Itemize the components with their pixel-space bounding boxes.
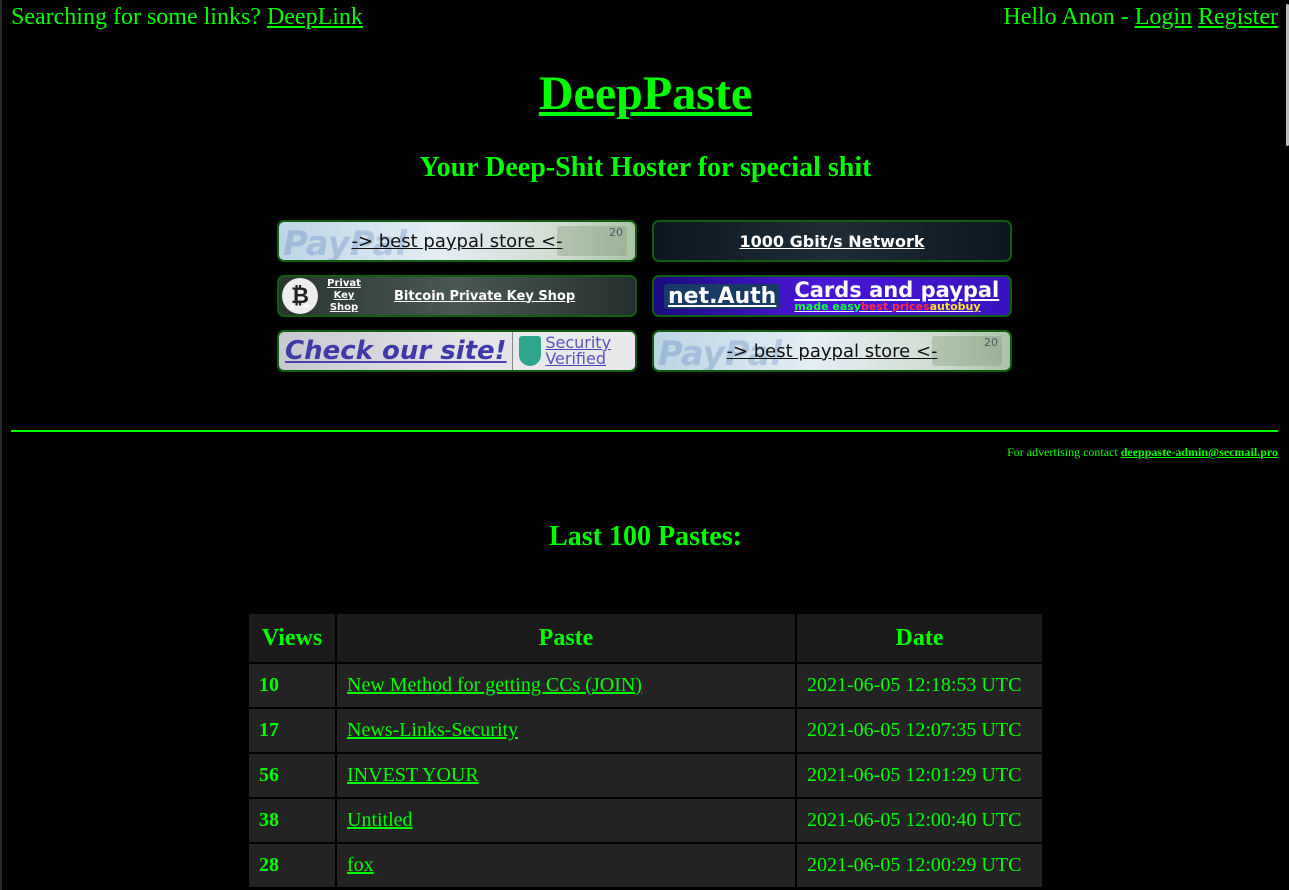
column-header-date: Date xyxy=(797,614,1042,662)
pastes-table: Views Paste Date 10 New Method for getti… xyxy=(247,612,1044,889)
table-row: 17 News-Links-Security 2021-06-05 12:07:… xyxy=(249,709,1042,752)
views-cell: 38 xyxy=(249,799,335,842)
pastes-list-title: Last 100 Pastes: xyxy=(549,521,742,552)
divider xyxy=(11,430,1278,432)
date-cell: 2021-06-05 12:00:40 UTC xyxy=(797,799,1042,842)
ad-paypal-store-2[interactable]: PayPal 20 -> best paypal store <- xyxy=(652,330,1012,372)
paste-cell: News-Links-Security xyxy=(337,709,795,752)
shield-icon xyxy=(519,336,542,366)
paste-link[interactable]: INVEST YOUR xyxy=(347,764,479,786)
date-cell: 2021-06-05 12:01:29 UTC xyxy=(797,754,1042,797)
paste-link[interactable]: fox xyxy=(347,854,374,876)
ad-label: -> best paypal store <- xyxy=(726,340,938,362)
table-row: 28 fox 2021-06-05 12:00:29 UTC xyxy=(249,844,1042,887)
column-header-paste: Paste xyxy=(337,614,795,662)
date-cell: 2021-06-05 12:00:29 UTC xyxy=(797,844,1042,887)
register-link[interactable]: Register xyxy=(1198,4,1278,30)
top-bar-right: Hello Anon - Login Register xyxy=(1003,4,1278,31)
ad-label: -> best paypal store <- xyxy=(351,230,563,252)
table-row: 38 Untitled 2021-06-05 12:00:40 UTC xyxy=(249,799,1042,842)
ad-network[interactable]: 1000 Gbit/s Network xyxy=(652,220,1012,262)
views-cell: 10 xyxy=(249,664,335,707)
banknote-image: 20 xyxy=(932,336,1002,366)
bitcoin-icon: ₿ xyxy=(282,278,318,314)
views-cell: 56 xyxy=(249,754,335,797)
site-title-link[interactable]: DeepPaste xyxy=(539,67,752,120)
paste-link[interactable]: Untitled xyxy=(347,809,413,831)
banknote-image: 20 xyxy=(557,226,627,256)
ad-bitcoin-key-shop[interactable]: ₿ Privat Key Shop Bitcoin Private Key Sh… xyxy=(277,275,637,317)
table-row: 56 INVEST YOUR 2021-06-05 12:01:29 UTC xyxy=(249,754,1042,797)
top-bar-left: Searching for some links? DeepLink xyxy=(11,4,363,31)
login-link[interactable]: Login xyxy=(1135,4,1192,30)
views-cell: 28 xyxy=(249,844,335,887)
ad-label: Bitcoin Private Key Shop xyxy=(394,288,576,304)
advertising-email-link[interactable]: deeppaste-admin@secmail.pro xyxy=(1121,445,1278,459)
ad-sublabel: made easybest pricesautobuy xyxy=(794,300,981,313)
column-header-views: Views xyxy=(249,614,335,662)
paste-cell: New Method for getting CCs (JOIN) xyxy=(337,664,795,707)
search-prompt-text: Searching for some links? xyxy=(11,4,261,30)
tagline: Your Deep-Shit Hoster for special shit xyxy=(419,152,872,183)
ad-paypal-store-1[interactable]: PayPal 20 -> best paypal store <- xyxy=(277,220,637,262)
site-title: DeepPaste xyxy=(2,66,1289,121)
advertising-contact: For advertising contact deeppaste-admin@… xyxy=(1007,445,1278,460)
table-row: 10 New Method for getting CCs (JOIN) 202… xyxy=(249,664,1042,707)
ad-label: 1000 Gbit/s Network xyxy=(739,231,925,251)
date-cell: 2021-06-05 12:18:53 UTC xyxy=(797,664,1042,707)
ad-label: Check our site! xyxy=(285,336,507,366)
ad-check-our-site[interactable]: Check our site! Security Verified xyxy=(277,330,637,372)
paste-link[interactable]: New Method for getting CCs (JOIN) xyxy=(347,674,642,696)
table-header-row: Views Paste Date xyxy=(249,614,1042,662)
top-bar: Searching for some links? DeepLink Hello… xyxy=(11,4,1278,34)
ad-label: Cards and paypal xyxy=(794,278,1000,302)
paste-link[interactable]: News-Links-Security xyxy=(347,719,518,741)
date-cell: 2021-06-05 12:07:35 UTC xyxy=(797,709,1042,752)
views-cell: 17 xyxy=(249,709,335,752)
greeting-text: Hello Anon - xyxy=(1003,4,1129,30)
ad-sublabel: Privat Key Shop xyxy=(327,278,361,313)
advertising-text: For advertising contact xyxy=(1007,445,1118,459)
paste-cell: Untitled xyxy=(337,799,795,842)
netauth-logo: net.Auth xyxy=(664,283,781,309)
ad-netauth[interactable]: net.Auth Cards and paypal made easybest … xyxy=(652,275,1012,317)
paste-cell: INVEST YOUR xyxy=(337,754,795,797)
deeplink-link[interactable]: DeepLink xyxy=(267,4,363,30)
security-verified-badge: Security Verified xyxy=(512,332,635,370)
paste-cell: fox xyxy=(337,844,795,887)
netauth-text: Cards and paypal made easybest pricesaut… xyxy=(794,278,1000,313)
